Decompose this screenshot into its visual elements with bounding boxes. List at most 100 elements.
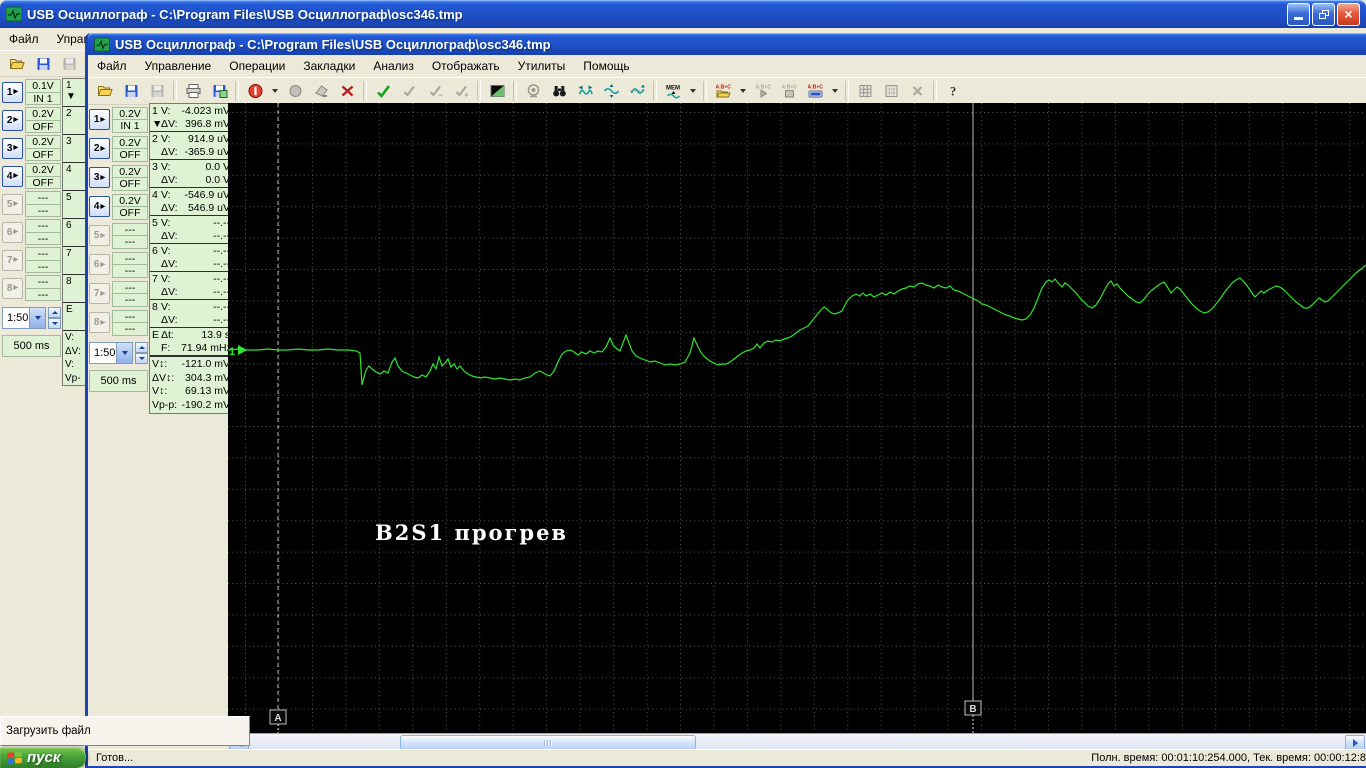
toolbar-help-button[interactable]: ?	[940, 79, 966, 104]
back-scale-combobox[interactable]: 1:50	[2, 307, 46, 329]
back-channel-4-input: OFF	[25, 175, 61, 189]
front-channel-2-button[interactable]: 2 ▶	[89, 138, 110, 159]
front-menu-3[interactable]: Закладки	[294, 56, 364, 76]
front-channel-1-button[interactable]: 1 ▶	[89, 109, 110, 130]
start-button[interactable]: пуск	[0, 747, 86, 768]
toolbar-memory-dropdown[interactable]	[686, 79, 700, 104]
toolbar-open-file-button[interactable]	[4, 51, 30, 76]
front-menu-4[interactable]: Анализ	[364, 56, 423, 76]
front-channel-4-button[interactable]: 4 ▶	[89, 196, 110, 217]
marker-a[interactable]: A	[269, 103, 287, 733]
toolbar-abc-open-dropdown[interactable]	[736, 79, 750, 104]
front-menu-0[interactable]: Файл	[88, 56, 136, 76]
measurement-channel-1: 1 V: -4.023 mV ▼ ΔV: 396.8 mV	[150, 105, 232, 132]
back-measurement-label-5: 5	[63, 191, 85, 219]
front-timebase[interactable]: 500 ms	[89, 370, 148, 392]
toolbar-fit-vertical-button[interactable]	[598, 79, 624, 104]
back-measurement-label-6: 6	[63, 219, 85, 247]
back-channel-1-button[interactable]: 1 ▶	[2, 81, 23, 103]
horizontal-scrollbar[interactable]	[228, 733, 1366, 751]
spin-down-button[interactable]	[48, 318, 61, 329]
back-channel-8-settings: --- ---	[25, 275, 61, 301]
toolbar-separator	[703, 81, 707, 101]
spin-down-button[interactable]	[135, 353, 148, 364]
restore-button[interactable]	[1312, 2, 1335, 26]
toolbar-fit-wave-button[interactable]	[624, 79, 650, 104]
toolbar-memory-button[interactable]: MEM	[660, 79, 686, 104]
front-toolbar: MEM A:B+C A:B+C A:B+C A:B+C?	[88, 77, 1366, 105]
front-scale-combobox[interactable]: 1:50	[89, 342, 133, 364]
front-channel-4-row: 4 ▶ 0.2V OFF	[89, 192, 148, 221]
minimize-button[interactable]	[1287, 2, 1310, 26]
back-channel-6-button[interactable]: 6 ▶	[2, 221, 23, 243]
toolbar-search-signal-button[interactable]	[546, 79, 572, 104]
back-window-titlebar[interactable]: USB Осциллограф - C:\Program Files\USB О…	[0, 0, 1366, 28]
back-channel-1-settings: 0.1V IN 1	[25, 79, 61, 105]
toolbar-delete-marked-button[interactable]	[334, 79, 360, 104]
back-channel-4-button[interactable]: 4 ▶	[2, 165, 23, 187]
close-button[interactable]: ×	[1337, 2, 1360, 26]
back-scale-row: 1:50	[2, 307, 61, 329]
chevron-down-icon[interactable]	[29, 308, 45, 328]
front-channel-7-input: ---	[112, 293, 148, 307]
front-scale-spinner[interactable]	[135, 342, 148, 364]
back-channel-5-button[interactable]: 5 ▶	[2, 193, 23, 215]
front-window: USB Осциллограф - C:\Program Files\USB О…	[85, 33, 1366, 768]
back-channel-3-button[interactable]: 3 ▶	[2, 137, 23, 159]
toolbar-accept-button[interactable]	[370, 79, 396, 104]
front-channel-8-button[interactable]: 8 ▶	[89, 312, 110, 333]
measurement-channel-6: 6 V: --.-- ΔV: --.--	[150, 245, 232, 272]
toolbar-invert-display-button[interactable]	[484, 79, 510, 104]
front-menu-2[interactable]: Операции	[220, 56, 294, 76]
front-channel-5-button[interactable]: 5 ▶	[89, 225, 110, 246]
scroll-thumb[interactable]	[400, 735, 696, 750]
front-menu-6[interactable]: Утилиты	[509, 56, 575, 76]
back-channel-8-button[interactable]: 8 ▶	[2, 277, 23, 299]
toolbar-stop-dropdown[interactable]	[268, 79, 282, 104]
front-channel-6-button[interactable]: 6 ▶	[89, 254, 110, 275]
front-menu-7[interactable]: Помощь	[574, 56, 638, 76]
back-scale-spinner[interactable]	[48, 307, 61, 329]
cursor-stat-2: V↕: 69.13 mV	[152, 385, 230, 397]
back-cursor-label-2: V:	[65, 359, 75, 370]
toolbar-save-copy-button	[144, 79, 170, 104]
svg-text:A:B+C: A:B+C	[781, 85, 797, 91]
cursor-stat-3: Vp-p: -190.2 mV	[152, 398, 230, 411]
toolbar-fit-horizontal-button[interactable]	[572, 79, 598, 104]
front-channel-3-settings: 0.2V OFF	[112, 164, 148, 191]
toolbar-print-button[interactable]	[180, 79, 206, 104]
toolbar-save-file-button[interactable]	[118, 79, 144, 104]
toolbar-export-image-button[interactable]	[206, 79, 232, 104]
toolbar-abc-display-dropdown[interactable]	[828, 79, 842, 104]
front-channel-6-range: ---	[112, 251, 148, 265]
toolbar-separator	[653, 81, 657, 101]
back-channel-7-range: ---	[25, 247, 61, 261]
front-channel-7-button[interactable]: 7 ▶	[89, 283, 110, 304]
front-channel-3-button[interactable]: 3 ▶	[89, 167, 110, 188]
back-channel-5-range: ---	[25, 191, 61, 205]
back-channel-7-button[interactable]: 7 ▶	[2, 249, 23, 271]
toolbar-abc-display-button[interactable]: A:B+C	[802, 79, 828, 104]
svg-text:A:B+C: A:B+C	[807, 85, 823, 91]
marker-b[interactable]: B	[964, 103, 982, 733]
back-timebase[interactable]: 500 ms	[2, 335, 61, 357]
toolbar-abc-open-button[interactable]: A:B+C	[710, 79, 736, 104]
toolbar-save-file-button[interactable]	[30, 51, 56, 76]
front-menu-1[interactable]: Управление	[136, 56, 221, 76]
front-menu-5[interactable]: Отображать	[423, 56, 509, 76]
front-window-titlebar[interactable]: USB Осциллограф - C:\Program Files\USB О…	[88, 33, 1366, 55]
back-menu-0[interactable]: Файл	[0, 29, 48, 49]
spin-up-button[interactable]	[135, 342, 148, 353]
toolbar-accept-add-button	[448, 79, 474, 104]
desktop: USB Осциллограф - C:\Program Files\USB О…	[0, 0, 1366, 768]
back-channel-2-button[interactable]: 2 ▶	[2, 109, 23, 131]
toolbar-abc-save-button: A:B+C	[776, 79, 802, 104]
front-channel-panel: 1 ▶ 0.2V IN 1 2 ▶ 0.2V OFF 3 ▶ 0.2V OFF 4 ▶ 0.2V OFF 5 ▶ -…	[89, 105, 148, 392]
chevron-down-icon[interactable]	[116, 343, 132, 363]
toolbar-stop-button[interactable]	[242, 79, 268, 104]
front-channel-6-settings: --- ---	[112, 251, 148, 278]
channel-1-trace-marker[interactable]: 1	[229, 345, 247, 358]
toolbar-open-file-button[interactable]	[92, 79, 118, 104]
spin-up-button[interactable]	[48, 307, 61, 318]
scope-display[interactable]: A B 1 B2S1 прогрев	[228, 103, 1366, 733]
